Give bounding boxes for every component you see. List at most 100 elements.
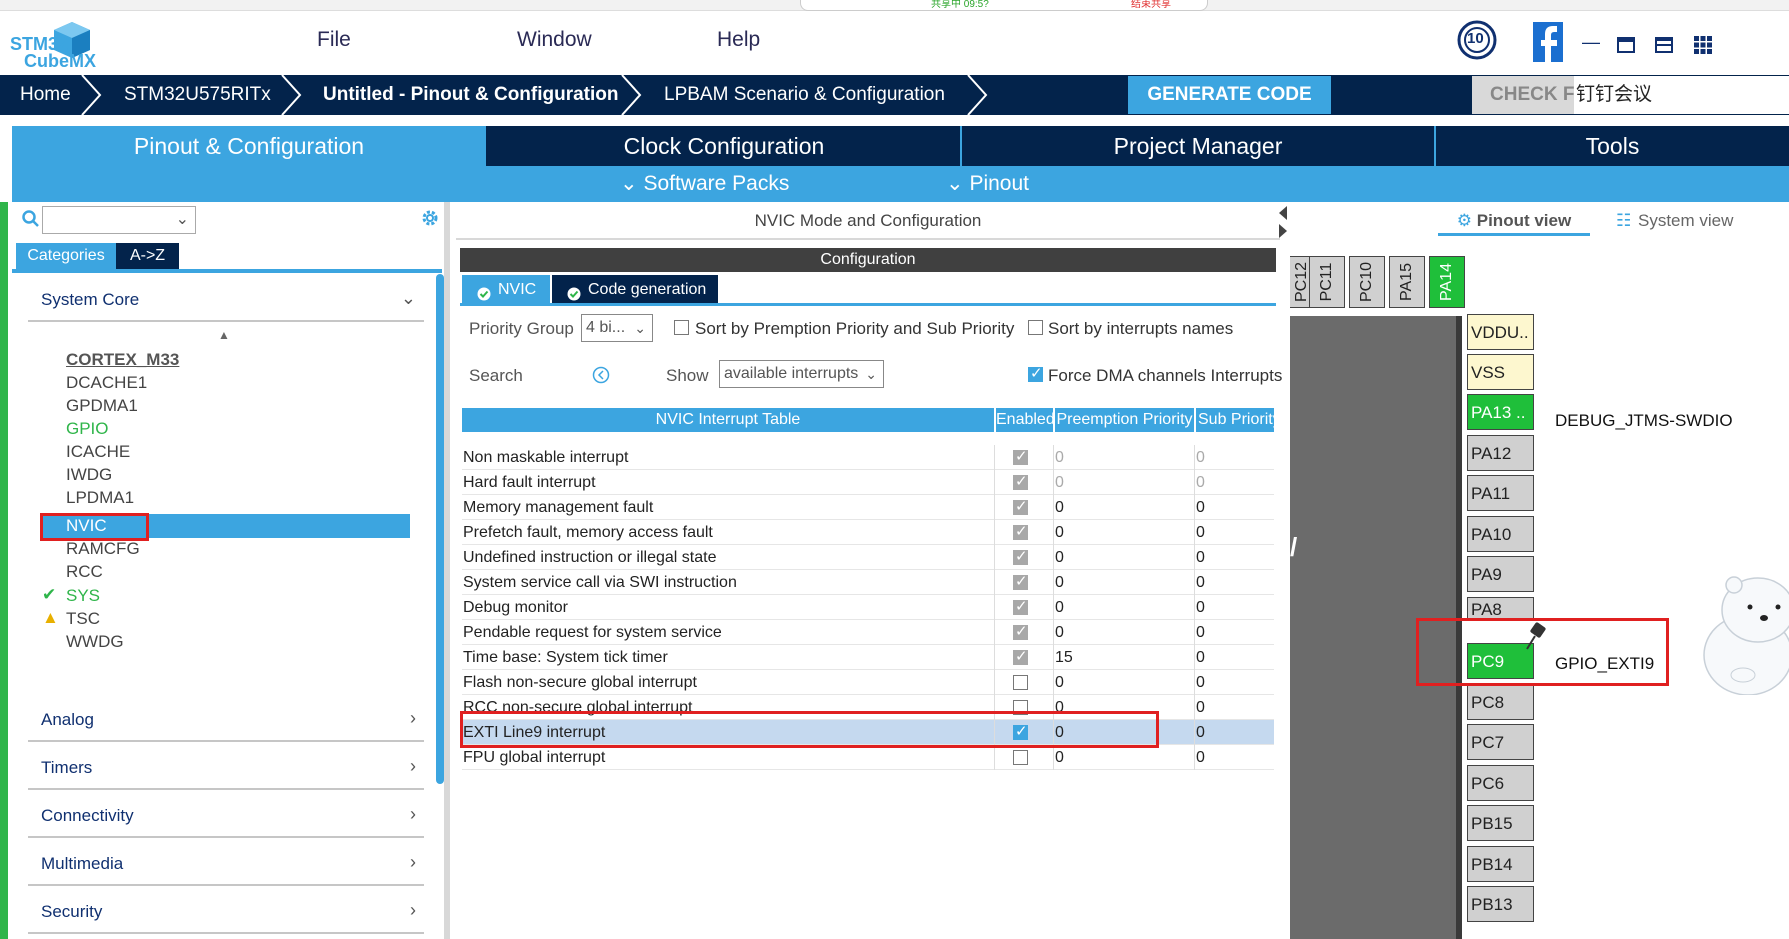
config-tab-code-generation[interactable]: Code generation	[552, 275, 718, 304]
breadcrumb-project[interactable]: Untitled - Pinout & Configuration	[323, 75, 619, 115]
section-system-core[interactable]: System Core ⌄	[28, 276, 424, 322]
left-scrollbar[interactable]	[436, 274, 444, 784]
table-row[interactable]: Prefetch fault, memory access fault 0 0	[462, 520, 1274, 545]
item-iwdg[interactable]: IWDG	[66, 464, 112, 486]
pin-pc8[interactable]: PC8	[1467, 684, 1534, 720]
table-row[interactable]: Memory management fault 0 0	[462, 495, 1274, 520]
pin-pb14[interactable]: PB14	[1467, 846, 1534, 882]
config-tab-nvic[interactable]: NVIC	[462, 275, 550, 304]
system-view-tab[interactable]: ☷ System view	[1614, 208, 1744, 236]
section-timers[interactable]: Timers ›	[28, 744, 424, 790]
search-icon[interactable]	[22, 210, 40, 233]
pin-vss[interactable]: VSS	[1467, 354, 1534, 390]
stop-sharing-link[interactable]: 结束共享	[1131, 0, 1171, 10]
pin-pc10[interactable]: PC10	[1349, 256, 1385, 308]
pin-pa15[interactable]: PA15	[1389, 256, 1425, 308]
gear-icon[interactable]	[420, 208, 440, 233]
item-gpio[interactable]: GPIO	[66, 418, 109, 440]
item-dcache1[interactable]: DCACHE1	[66, 372, 147, 394]
pin-pc6[interactable]: PC6	[1467, 765, 1534, 801]
item-sys[interactable]: SYS	[66, 585, 100, 607]
enabled-checkbox[interactable]	[1013, 622, 1028, 640]
item-icache[interactable]: ICACHE	[66, 441, 130, 463]
table-row[interactable]: System service call via SWI instruction 0…	[462, 570, 1274, 595]
table-row[interactable]: Non maskable interrupt 0 0	[462, 445, 1274, 470]
sub-priority-value[interactable]: 0	[1196, 674, 1205, 692]
check-updates-button[interactable]: CHECK FOR UPDATES	[1472, 76, 1574, 114]
categories-tab[interactable]: Categories	[16, 243, 116, 269]
pin-pa11[interactable]: PA11	[1467, 475, 1534, 511]
sub-priority-value[interactable]: 0	[1196, 724, 1205, 742]
facebook-icon[interactable]	[1533, 22, 1563, 67]
sub-priority-value[interactable]: 0	[1196, 574, 1205, 592]
subtab-software-packs[interactable]: ⌄ Software Packs	[620, 166, 789, 202]
preemption-value[interactable]: 0	[1055, 574, 1064, 592]
enabled-checkbox[interactable]	[1013, 647, 1028, 665]
menu-file[interactable]: File	[317, 28, 351, 52]
pin-pc7[interactable]: PC7	[1467, 724, 1534, 760]
table-row[interactable]: Undefined instruction or illegal state 0 0	[462, 545, 1274, 570]
sub-priority-value[interactable]: 0	[1196, 624, 1205, 642]
item-rcc[interactable]: RCC	[66, 561, 103, 583]
item-gpdma1[interactable]: GPDMA1	[66, 395, 138, 417]
tab-pinout-configuration[interactable]: Pinout & Configuration	[12, 126, 486, 166]
pin-pa9[interactable]: PA9	[1467, 556, 1534, 592]
pin-pa10[interactable]: PA10	[1467, 516, 1534, 552]
category-search-input[interactable]: ⌄	[42, 206, 196, 234]
sort-priority-checkbox[interactable]	[674, 320, 689, 335]
section-security[interactable]: Security ›	[28, 888, 424, 934]
sort-icon[interactable]: ▲	[218, 328, 230, 342]
preemption-value[interactable]: 0	[1055, 674, 1064, 692]
pin-pa14[interactable]: PA14	[1429, 256, 1465, 308]
show-select[interactable]: available interrupts ⌄	[719, 360, 884, 388]
search-clear-icon[interactable]	[592, 366, 610, 389]
split-view-icon[interactable]	[1655, 37, 1673, 58]
subtab-pinout[interactable]: ⌄ Pinout	[946, 166, 1029, 202]
sub-priority-value[interactable]: 0	[1196, 549, 1205, 567]
preemption-value[interactable]: 0	[1055, 599, 1064, 617]
item-lpdma1[interactable]: LPDMA1	[66, 487, 134, 509]
minimize-icon[interactable]: —	[1576, 32, 1606, 53]
pinout-view-tab[interactable]: ⚙ Pinout view	[1438, 208, 1590, 236]
enabled-checkbox[interactable]	[1013, 497, 1028, 515]
preemption-value[interactable]: 15	[1055, 649, 1073, 667]
pin-pc11[interactable]: PC11	[1309, 256, 1345, 308]
col-header-interrupt[interactable]: NVIC Interrupt Table	[462, 408, 994, 432]
sub-priority-value[interactable]: 0	[1196, 524, 1205, 542]
preemption-value[interactable]: 0	[1055, 549, 1064, 567]
section-connectivity[interactable]: Connectivity ›	[28, 792, 424, 838]
table-row[interactable]: Flash non-secure global interrupt 0 0	[462, 670, 1274, 695]
grid-view-icon[interactable]	[1694, 36, 1712, 59]
section-multimedia[interactable]: Multimedia ›	[28, 840, 424, 886]
col-header-enabled[interactable]: Enabled	[996, 408, 1053, 432]
menu-help[interactable]: Help	[717, 28, 760, 52]
enabled-checkbox[interactable]	[1013, 675, 1028, 690]
sub-priority-value[interactable]: 0	[1196, 599, 1205, 617]
az-tab[interactable]: A->Z	[116, 243, 179, 269]
col-header-sub-priority[interactable]: Sub Priority	[1196, 408, 1274, 432]
enabled-checkbox[interactable]	[1013, 572, 1028, 590]
item-tsc[interactable]: TSC	[66, 608, 100, 630]
pin-pb15[interactable]: PB15	[1467, 805, 1534, 841]
priority-group-select[interactable]: 4 bi... ⌄	[581, 314, 653, 342]
sub-priority-value[interactable]: 0	[1196, 749, 1205, 767]
table-row[interactable]: Pendable request for system service 0 0	[462, 620, 1274, 645]
item-cortex-m33[interactable]: CORTEX_M33	[66, 349, 179, 371]
anniversary-badge-icon[interactable]: 10	[1457, 20, 1497, 65]
tab-clock-configuration[interactable]: Clock Configuration	[488, 126, 960, 166]
breadcrumb-home[interactable]: Home	[20, 75, 71, 115]
collapse-handle-icon[interactable]	[1278, 204, 1288, 240]
table-row[interactable]: Hard fault interrupt 0 0	[462, 470, 1274, 495]
col-header-preemption[interactable]: Preemption Priority	[1055, 408, 1194, 432]
section-analog[interactable]: Analog ›	[28, 696, 424, 742]
table-row[interactable]: FPU global interrupt 0 0	[462, 745, 1274, 770]
enabled-checkbox[interactable]	[1013, 547, 1028, 565]
preemption-value[interactable]: 0	[1055, 499, 1064, 517]
force-dma-checkbox[interactable]	[1028, 364, 1043, 382]
breadcrumb-lpbam[interactable]: LPBAM Scenario & Configuration	[664, 75, 945, 115]
sort-names-checkbox[interactable]	[1028, 320, 1043, 335]
enabled-checkbox[interactable]	[1013, 750, 1028, 765]
preemption-value[interactable]: 0	[1055, 524, 1064, 542]
table-row[interactable]: Time base: System tick timer 15 0	[462, 645, 1274, 670]
preemption-value[interactable]: 0	[1055, 624, 1064, 642]
